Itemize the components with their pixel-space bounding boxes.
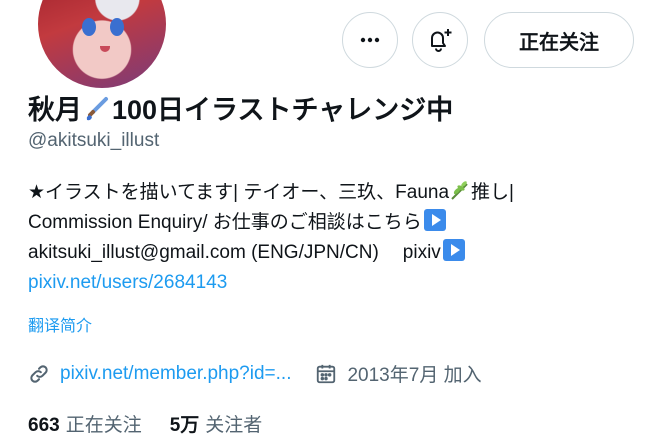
play-button-icon	[442, 239, 465, 261]
bio: ★イラストを描いてます| テイオー、三玖、Fauna 推し| Commission…	[28, 178, 514, 298]
notifications-button[interactable]	[412, 12, 468, 68]
following-label: 正在关注	[65, 415, 142, 436]
display-name: 秋月 100日イラストチャレンジ中	[28, 88, 453, 129]
following-button[interactable]: 正在关注	[484, 12, 634, 68]
avatar-eye-left	[82, 18, 96, 36]
bio-pixiv-link[interactable]: pixiv.net/users/2684143	[28, 272, 227, 293]
bio-line-1: ★イラストを描いてます| テイオー、三玖、Fauna 推し|	[28, 178, 514, 208]
more-button[interactable]	[342, 12, 398, 68]
bio-line-1-text: ★イラストを描いてます| テイオー、三玖、Fauna	[28, 182, 450, 203]
bio-line-1-tail: 推し|	[471, 182, 514, 203]
bell-plus-icon	[431, 29, 452, 52]
bio-line-4: pixiv.net/users/2684143	[28, 268, 514, 298]
user-handle: @akitsuki_illust	[28, 130, 160, 151]
translate-bio-link[interactable]: 翻译简介	[28, 312, 92, 336]
following-stat[interactable]: 663 正在关注	[28, 415, 142, 436]
more-horizontal-icon	[360, 37, 380, 43]
avatar-mouth	[100, 46, 110, 52]
display-name-part2: 100日イラストチャレンジ中	[112, 95, 454, 125]
bio-pixiv-text: pixiv	[402, 242, 441, 263]
bio-line-2-text: Commission Enquiry/ お仕事のご相談はこちら	[28, 212, 422, 233]
bio-line-2: Commission Enquiry/ お仕事のご相談はこちら	[28, 208, 514, 238]
calendar-icon	[315, 363, 337, 385]
display-name-part1: 秋月	[28, 95, 82, 125]
avatar-eye-right	[110, 18, 124, 36]
bio-email: akitsuki_illust@gmail.com (ENG/JPN/CN)	[28, 242, 379, 263]
followers-count: 5万	[169, 415, 200, 436]
profile-meta: pixiv.net/member.php?id=... 2013年7月 加入	[28, 360, 482, 387]
followers-label: 关注者	[205, 415, 263, 436]
paintbrush-icon	[84, 96, 110, 129]
following-count: 663	[28, 415, 60, 436]
follow-stats: 663 正在关注 5万 关注者	[28, 410, 262, 437]
followers-stat[interactable]: 5万 关注者	[170, 415, 263, 436]
website-link[interactable]: pixiv.net/member.php?id=...	[60, 363, 291, 385]
bio-line-3: akitsuki_illust@gmail.com (ENG/JPN/CN) pi…	[28, 238, 514, 268]
link-icon	[28, 363, 50, 385]
join-date: 2013年7月 加入	[347, 365, 482, 386]
profile-avatar[interactable]	[34, 0, 170, 92]
play-button-icon	[423, 209, 446, 231]
herb-icon	[449, 179, 471, 211]
